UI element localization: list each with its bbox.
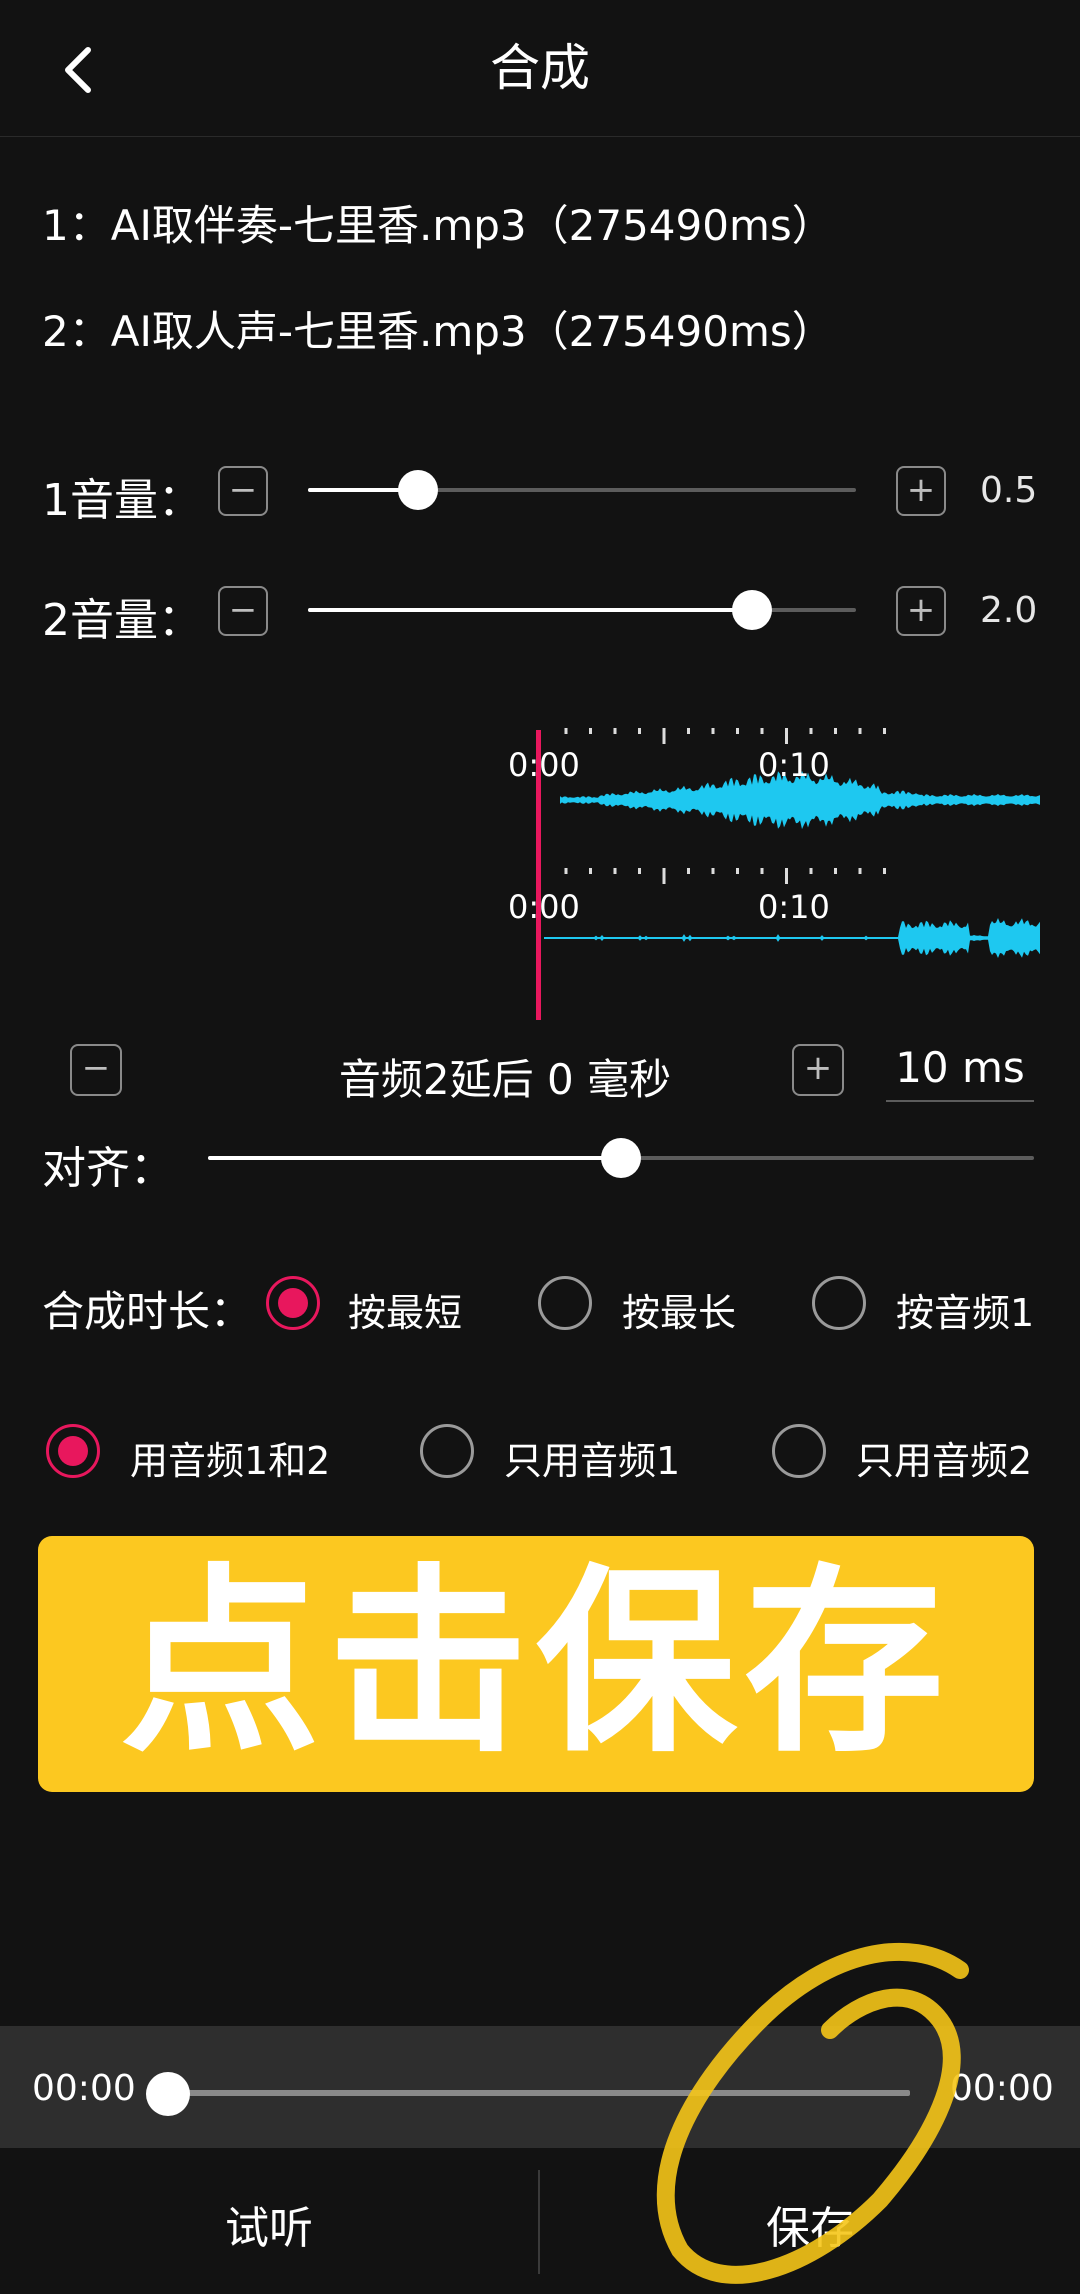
track-1-ruler [564,728,886,744]
volume-2-plus-button[interactable]: + [896,586,946,636]
volume-2-minus-button[interactable]: − [218,586,268,636]
player-seek-thumb[interactable] [146,2072,190,2116]
source-radio-audio2[interactable] [772,1424,826,1478]
waveform-svg: 0:00 0:10 0:00 0:10 [508,728,1040,1020]
duration-radio-shortest[interactable] [266,1276,320,1330]
volume-2-slider-thumb[interactable] [731,590,772,630]
volume-1-plus-button[interactable]: + [896,466,946,516]
track-2-mark-label: 0:10 [758,888,830,926]
source-option-audio1: 只用音频1 [504,1439,681,1483]
duration-option-audio1: 按音频1 [896,1291,1035,1335]
delay-minus-button[interactable]: − [70,1044,122,1096]
source-option-audio2: 只用音频2 [856,1439,1033,1483]
player-current-time: 00:00 [32,2068,136,2109]
volume-1-value: 0.5 [980,470,1038,511]
delay-step-input[interactable]: 10 ms [886,1036,1034,1102]
volume-1-label: 1音量： [42,475,202,526]
back-icon[interactable] [52,40,112,100]
duration-option-shortest: 按最短 [348,1291,463,1335]
duration-label: 合成时长： [42,1287,253,1336]
volume-1-minus-button[interactable]: − [218,466,268,516]
volume-1-slider-thumb[interactable] [397,470,438,510]
track-2-start-label: 0:00 [508,888,580,926]
duration-radio-longest[interactable] [538,1276,592,1330]
playhead [536,730,541,1020]
align-label: 对齐： [42,1143,174,1194]
duration-option-longest: 按最长 [622,1291,737,1335]
volume-2-value: 2.0 [980,590,1038,631]
track-1-mark-label: 0:10 [758,746,830,784]
track-1-start-label: 0:00 [508,746,580,784]
file-label-1: 1：AI取伴奏-七里香.mp3（275490ms） [42,201,834,250]
track-2-ruler [564,868,886,884]
source-option-both: 用音频1和2 [130,1439,331,1483]
duration-radio-audio1[interactable] [812,1276,866,1330]
delay-plus-button[interactable]: + [792,1044,844,1096]
volume-2-label: 2音量： [42,595,202,646]
waveform-panel[interactable]: 0:00 0:10 0:00 0:10 [500,720,1040,1020]
page-title: 合成 [490,39,590,97]
delay-text: 音频2延后 0 毫秒 [338,1055,672,1104]
file-label-2: 2：AI取人声-七里香.mp3（275490ms） [42,307,834,356]
align-slider-fill [208,1156,621,1160]
source-radio-audio1[interactable] [420,1424,474,1478]
listen-button[interactable]: 试听 [0,2192,538,2256]
source-radio-both[interactable] [46,1424,100,1478]
save-banner-text: 点击保存 [119,1547,952,1780]
align-slider-thumb[interactable] [601,1138,641,1178]
volume-2-slider-fill [308,608,752,612]
annotation-circle [656,1942,969,2284]
